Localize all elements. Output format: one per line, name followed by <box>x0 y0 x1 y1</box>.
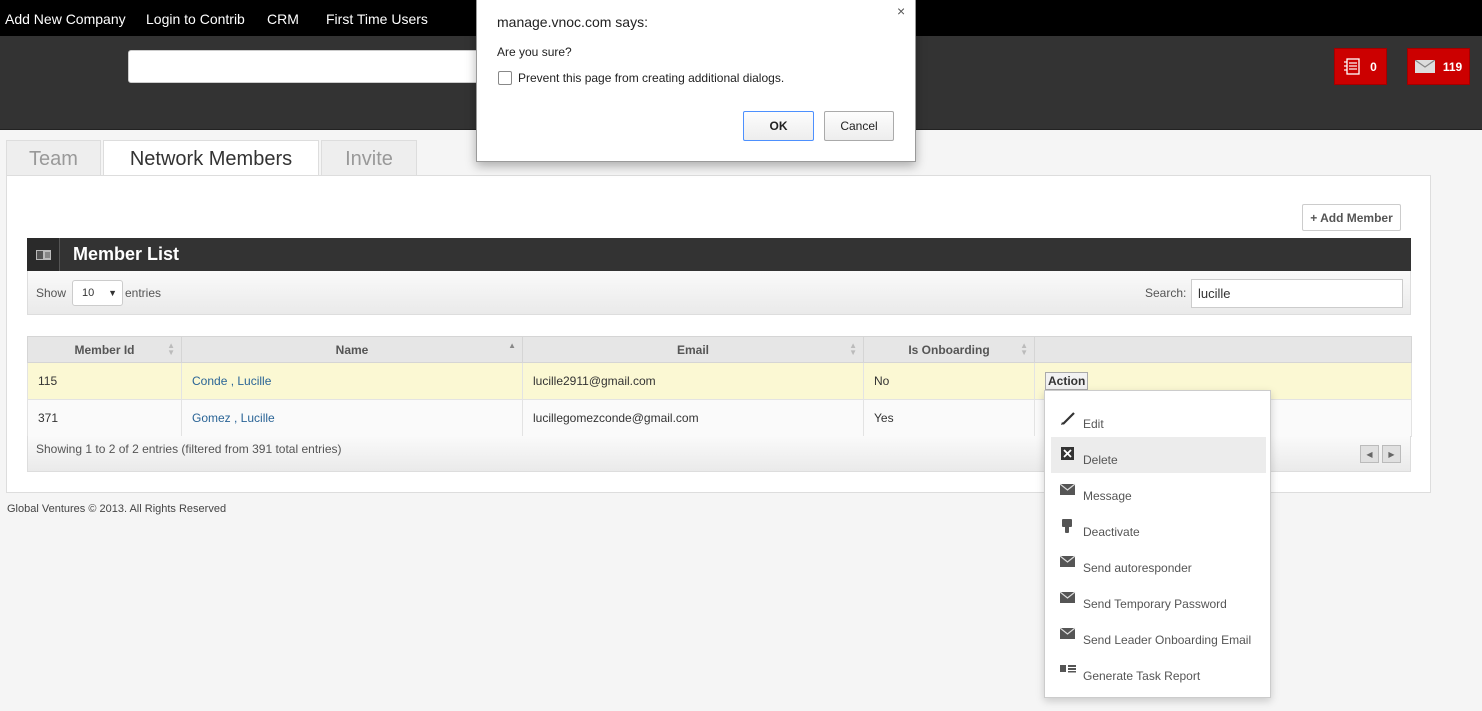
nav-crm[interactable]: CRM <box>267 11 299 27</box>
action-menu: Edit Delete Message Deactivate Send auto… <box>1044 390 1271 698</box>
menu-item-deactivate[interactable]: Deactivate <box>1051 509 1266 545</box>
entries-label: entries <box>125 286 162 300</box>
dialog-message: Are you sure? <box>497 45 572 59</box>
member-id-cell: 371 <box>27 399 182 437</box>
page-size-value: 10 <box>82 287 95 299</box>
envelope-icon <box>1060 483 1076 495</box>
envelope-icon <box>1414 60 1435 73</box>
header-search-input[interactable] <box>128 50 488 83</box>
notifications-count: 0 <box>1370 59 1377 74</box>
delete-icon <box>1061 447 1074 460</box>
page-size-select[interactable]: 10 ▼ <box>72 280 123 306</box>
copyright-text: Global Ventures © 2013. All Rights Reser… <box>7 503 227 515</box>
table-toolbar: Show 10 ▼ entries Search: lucille <box>27 271 1411 315</box>
next-page-button[interactable]: ▶ <box>1382 445 1401 463</box>
prevent-dialogs-checkbox[interactable] <box>498 71 512 85</box>
sort-asc-icon: ▲ <box>508 341 516 350</box>
menu-item-send-autoresponder[interactable]: Send autoresponder <box>1051 545 1266 581</box>
pencil-icon <box>1061 412 1075 425</box>
show-label: Show <box>36 286 67 300</box>
dialog-title: manage.vnoc.com says: <box>497 14 648 30</box>
nav-add-new-company[interactable]: Add New Company <box>5 11 126 27</box>
onboarding-cell: Yes <box>863 399 1035 437</box>
list-icon <box>1344 58 1360 75</box>
prevent-dialogs-label[interactable]: Prevent this page from creating addition… <box>518 71 784 85</box>
email-cell: lucillegomezconde@gmail.com <box>522 399 864 437</box>
tab-team[interactable]: Team <box>6 140 101 176</box>
list-header-icon <box>27 238 60 271</box>
table-header-row: Member Id ▲ ▼ Name ▲ Email ▲ ▼ Is Onboarding ▲… <box>27 336 1412 363</box>
action-button[interactable]: Action <box>1045 372 1089 390</box>
cancel-button[interactable]: Cancel <box>824 111 894 141</box>
onboarding-cell: No <box>863 362 1035 400</box>
email-cell: lucille2911@gmail.com <box>522 362 864 400</box>
col-name[interactable]: Name ▲ <box>181 336 523 363</box>
envelope-icon <box>1060 555 1076 567</box>
envelope-icon <box>1060 591 1076 603</box>
member-list-title: Member List <box>73 244 180 264</box>
sort-icon: ▲ ▼ <box>1020 341 1028 357</box>
sort-icon: ▲ ▼ <box>167 341 175 357</box>
nav-first-time-users[interactable]: First Time Users <box>326 11 428 27</box>
member-id-cell: 115 <box>27 362 182 400</box>
messages-count: 119 <box>1442 59 1463 74</box>
menu-item-delete[interactable]: Delete <box>1051 437 1266 473</box>
prev-page-button[interactable]: ◀ <box>1360 445 1379 463</box>
menu-item-edit[interactable]: Edit <box>1051 401 1266 437</box>
name-cell: Conde , Lucille <box>181 362 523 400</box>
member-name-link[interactable]: Gomez , Lucille <box>192 411 275 425</box>
table-search-input[interactable]: lucille <box>1191 279 1403 308</box>
envelope-icon <box>1060 627 1076 639</box>
col-is-onboarding[interactable]: Is Onboarding ▲ ▼ <box>863 336 1035 363</box>
table-info-text: Showing 1 to 2 of 2 entries (filtered fr… <box>36 442 342 456</box>
menu-item-generate-task-report[interactable]: Generate Task Report <box>1051 653 1266 689</box>
nav-login-to-contrib[interactable]: Login to Contrib <box>146 11 245 27</box>
close-icon[interactable]: × <box>897 3 905 19</box>
confirm-dialog: manage.vnoc.com says: × Are you sure? Pr… <box>476 0 916 162</box>
ok-button[interactable]: OK <box>743 111 814 141</box>
thumbs-down-icon <box>1062 519 1072 533</box>
member-list-header: Member List <box>27 238 1411 271</box>
col-member-id[interactable]: Member Id ▲ ▼ <box>27 336 182 363</box>
col-email[interactable]: Email ▲ ▼ <box>522 336 864 363</box>
search-label: Search: <box>1145 286 1187 300</box>
col-action <box>1034 336 1412 363</box>
list-icon <box>1060 665 1076 673</box>
notifications-badge[interactable]: 0 <box>1334 48 1387 85</box>
menu-item-send-leader-onboarding-email[interactable]: Send Leader Onboarding Email <box>1051 617 1266 653</box>
sort-icon: ▲ ▼ <box>849 341 857 357</box>
menu-item-message[interactable]: Message <box>1051 473 1266 509</box>
book-icon <box>35 249 51 260</box>
messages-badge[interactable]: 119 <box>1407 48 1470 85</box>
add-member-button[interactable]: + Add Member <box>1302 204 1401 231</box>
tab-network-members[interactable]: Network Members <box>103 140 319 177</box>
member-name-link[interactable]: Conde , Lucille <box>192 374 271 388</box>
tab-invite[interactable]: Invite <box>321 140 417 176</box>
chevron-down-icon: ▼ <box>108 288 117 298</box>
name-cell: Gomez , Lucille <box>181 399 523 437</box>
menu-item-send-temporary-password[interactable]: Send Temporary Password <box>1051 581 1266 617</box>
